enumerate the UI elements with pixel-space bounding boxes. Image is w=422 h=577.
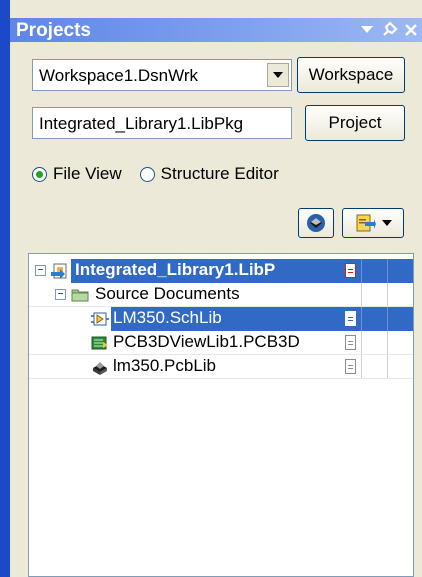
tree-root-label[interactable]: Integrated_Library1.LibP xyxy=(75,260,275,280)
chevron-down-icon[interactable] xyxy=(267,63,289,87)
document-status-icon xyxy=(345,311,356,326)
tree-item-label[interactable]: lm350.PcbLib xyxy=(113,356,216,376)
view-mode-group: File View Structure Editor xyxy=(32,164,279,184)
file-view-radio[interactable] xyxy=(32,166,47,182)
column-divider xyxy=(387,331,388,355)
column-divider xyxy=(361,307,362,331)
column-divider xyxy=(387,307,388,331)
folder-icon xyxy=(71,289,89,302)
panel-title-bar[interactable]: Projects xyxy=(10,18,422,42)
workspace-select[interactable]: Workspace1.DsnWrk xyxy=(32,59,292,91)
tree-folder-label[interactable]: Source Documents xyxy=(95,284,240,304)
tree-item-label[interactable]: PCB3DViewLib1.PCB3D xyxy=(113,332,300,352)
structure-editor-radio[interactable] xyxy=(139,166,155,182)
column-divider xyxy=(387,283,388,307)
project-field-value: Integrated_Library1.LibPkg xyxy=(39,114,244,133)
chip-icon xyxy=(307,214,325,232)
project-field[interactable]: Integrated_Library1.LibPkg xyxy=(32,107,292,139)
panel-body: Workspace1.DsnWrk Workspace Integrated_L… xyxy=(20,42,422,577)
close-icon[interactable] xyxy=(400,19,422,41)
column-divider xyxy=(387,355,388,379)
document-arrow-icon xyxy=(356,214,376,232)
library-package-icon xyxy=(51,263,67,279)
workspace-button[interactable]: Workspace xyxy=(297,57,405,93)
document-status-icon xyxy=(345,263,356,278)
column-divider xyxy=(361,355,362,379)
structure-editor-label[interactable]: Structure Editor xyxy=(161,164,279,184)
document-status-icon xyxy=(345,359,356,374)
project-button[interactable]: Project xyxy=(305,105,405,141)
column-divider xyxy=(361,331,362,355)
column-divider xyxy=(361,259,362,283)
collapse-icon[interactable]: − xyxy=(55,289,66,300)
tree-item[interactable]: LM350.SchLib xyxy=(29,307,413,331)
chevron-down-icon xyxy=(382,219,392,226)
row-divider xyxy=(29,378,413,379)
column-divider xyxy=(361,283,362,307)
project-options-button[interactable] xyxy=(342,208,404,238)
compile-button[interactable] xyxy=(298,208,334,238)
tree-item-label[interactable]: LM350.SchLib xyxy=(113,308,222,328)
tree-row-root[interactable]: − Integrated_Library1.LibP xyxy=(29,259,413,283)
file-view-label[interactable]: File View xyxy=(53,164,122,184)
panel-left-edge xyxy=(0,0,10,577)
project-tree[interactable]: − Integrated_Library1.LibP − Source Docu… xyxy=(28,253,414,577)
document-status-icon xyxy=(345,335,356,350)
pcb-library-icon xyxy=(93,362,107,375)
collapse-icon[interactable]: − xyxy=(35,265,46,276)
pcb3d-library-icon xyxy=(91,336,108,350)
schematic-library-icon xyxy=(91,312,109,326)
tree-item[interactable]: PCB3DViewLib1.PCB3D xyxy=(29,331,413,355)
pin-icon[interactable] xyxy=(378,19,400,41)
projects-panel: Projects Workspace1.DsnWrk Workspace Int… xyxy=(0,0,422,577)
workspace-select-value: Workspace1.DsnWrk xyxy=(39,66,199,85)
menu-arrow-icon[interactable] xyxy=(356,19,378,41)
tree-row-folder[interactable]: − Source Documents xyxy=(29,283,413,307)
panel-title: Projects xyxy=(16,20,91,41)
tree-item[interactable]: lm350.PcbLib xyxy=(29,355,413,379)
column-divider xyxy=(387,259,388,283)
